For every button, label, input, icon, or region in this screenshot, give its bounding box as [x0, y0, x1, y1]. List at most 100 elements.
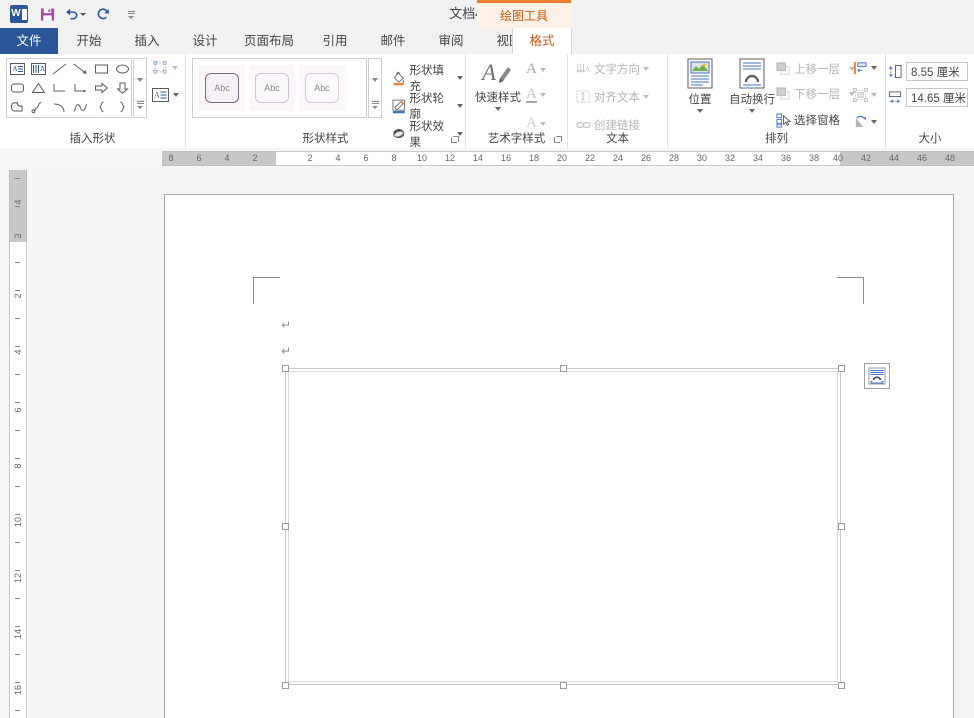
elbow-connector-shape[interactable] — [49, 78, 70, 97]
shape-height-input[interactable]: 8.55 厘米 — [906, 62, 968, 81]
arc-shape[interactable] — [49, 97, 70, 116]
resize-handle-middle-right[interactable] — [838, 523, 845, 530]
text-outline-label: A — [526, 86, 537, 103]
shape-style-preview-2[interactable]: Abc — [249, 65, 295, 111]
selection-pane-label: 选择窗格 — [794, 115, 840, 127]
shape-style-scroll-up[interactable] — [369, 59, 381, 80]
tab-mailings[interactable]: 邮件 — [366, 28, 420, 54]
elbow-arrow-connector-shape[interactable] — [70, 78, 91, 97]
shape-gallery-more[interactable] — [134, 101, 146, 121]
resize-handle-middle-left[interactable] — [282, 523, 289, 530]
vertical-ruler[interactable]: 4 2 2 4 6 8 10 12 14 16 — [0, 170, 32, 718]
shape-gallery-scroll-up[interactable] — [134, 59, 146, 80]
shape-style-more[interactable] — [369, 101, 381, 121]
ruler-number: 46 — [916, 153, 927, 163]
arrow-shape[interactable] — [70, 59, 91, 78]
curve-shape[interactable] — [70, 97, 91, 116]
align-text-button[interactable]: 对齐文本 — [574, 88, 651, 106]
tab-design[interactable]: 设计 — [178, 28, 232, 54]
tab-references[interactable]: 引用 — [308, 28, 362, 54]
tab-format[interactable]: 格式 — [512, 28, 572, 54]
selected-text-box[interactable] — [285, 368, 841, 685]
ruler-number: 12 — [444, 153, 455, 163]
ruler-number: 20 — [556, 153, 567, 163]
wordart-styles-dialog-launcher[interactable] — [553, 136, 562, 145]
shape-width-input[interactable]: 14.65 厘米 — [906, 88, 968, 107]
text-outline-button[interactable]: A — [524, 86, 548, 104]
position-button[interactable]: 位置 — [674, 58, 726, 113]
edit-shape-button[interactable] — [152, 60, 178, 75]
align-objects-button[interactable] — [851, 60, 879, 76]
layout-options-button[interactable] — [864, 363, 890, 389]
shape-style-gallery[interactable]: Abc Abc Abc — [192, 58, 367, 118]
triangle-shape[interactable] — [28, 78, 49, 97]
send-backward-button[interactable]: 下移一层 — [774, 85, 857, 103]
right-brace-shape[interactable] — [112, 97, 133, 116]
tab-insert[interactable]: 插入 — [120, 28, 174, 54]
left-brace-shape[interactable] — [91, 97, 112, 116]
text-direction-button[interactable]: A 文字方向 — [574, 60, 651, 78]
vertical-ruler-number: 4 — [13, 199, 23, 205]
ruler-number: 22 — [584, 153, 595, 163]
vertical-text-box-shape[interactable]: A — [28, 59, 49, 78]
save-icon[interactable] — [34, 2, 60, 26]
quick-access-toolbar: W — [0, 0, 144, 28]
shape-gallery[interactable]: A A — [6, 58, 132, 118]
line-shape[interactable] — [49, 59, 70, 78]
shape-style-scroll-down[interactable] — [369, 78, 381, 101]
undo-icon[interactable] — [62, 2, 88, 26]
shape-styles-dialog-launcher[interactable] — [450, 136, 459, 145]
resize-handle-bottom-right[interactable] — [838, 682, 845, 689]
text-box-shape[interactable]: A — [7, 59, 28, 78]
contextual-tab-banner: 绘图工具 — [477, 0, 571, 28]
resize-handle-top-center[interactable] — [560, 365, 567, 372]
right-arrow-shape[interactable] — [91, 78, 112, 97]
tab-review[interactable]: 审阅 — [424, 28, 478, 54]
ruler-number: 36 — [780, 153, 791, 163]
paragraph-mark-2: ↵ — [281, 344, 292, 358]
tab-page-layout[interactable]: 页面布局 — [234, 28, 304, 54]
vertical-ruler-tick — [15, 402, 20, 403]
oval-shape[interactable] — [112, 59, 133, 78]
rounded-rectangle-shape[interactable] — [7, 78, 28, 97]
freeform-shape[interactable] — [7, 97, 28, 116]
group-objects-button[interactable] — [851, 87, 879, 103]
vertical-ruler-tick — [15, 290, 20, 291]
tab-file[interactable]: 文件 — [0, 28, 58, 54]
group-label-insert-shapes: 插入形状 — [69, 133, 116, 145]
ruler-number: 8 — [168, 153, 174, 163]
shape-style-preview-3[interactable]: Abc — [299, 65, 345, 111]
vertical-ruler-tick — [15, 430, 20, 431]
bring-forward-button[interactable]: 上移一层 — [774, 60, 857, 78]
text-fill-button[interactable]: A — [524, 60, 548, 79]
selection-pane-button[interactable]: 选择窗格 — [774, 111, 842, 129]
svg-text:A: A — [480, 60, 497, 85]
vertical-ruler-number: 6 — [13, 407, 23, 413]
shape-gallery-scroll[interactable] — [133, 58, 147, 118]
document-canvas[interactable]: ↵ ↵ — [32, 170, 974, 718]
resize-handle-bottom-left[interactable] — [282, 682, 289, 689]
wrap-text-button[interactable]: 自动换行 — [726, 58, 778, 113]
ribbon-group-wordart-styles: A 快速样式 A A A 艺术字样式 — [466, 54, 568, 148]
document-page[interactable]: ↵ ↵ — [164, 194, 954, 718]
horizontal-ruler[interactable]: 8 6 4 2 2 4 6 8 10 12 14 16 18 20 22 24 26 28 30 32 34 36 38 40… — [0, 148, 974, 319]
shape-style-scroll[interactable] — [368, 58, 382, 118]
scribble-shape[interactable] — [28, 97, 49, 116]
customize-qat-icon[interactable] — [118, 2, 144, 26]
draw-text-box-button[interactable]: A — [152, 88, 179, 102]
vertical-ruler-tick — [15, 346, 20, 347]
resize-handle-bottom-center[interactable] — [560, 682, 567, 689]
resize-handle-top-right[interactable] — [838, 365, 845, 372]
resize-handle-top-left[interactable] — [282, 365, 289, 372]
text-box-inner-border — [288, 371, 838, 682]
rectangle-shape[interactable] — [91, 59, 112, 78]
wordart-quick-styles-button[interactable]: A 快速样式 — [472, 58, 524, 111]
ruler-number: 26 — [640, 153, 651, 163]
redo-icon[interactable] — [90, 2, 116, 26]
shape-style-preview-1[interactable]: Abc — [199, 65, 245, 111]
ribbon-group-size: 8.55 厘米 14.65 厘米 大小 — [886, 54, 974, 148]
rotate-objects-button[interactable] — [851, 114, 879, 130]
tab-home[interactable]: 开始 — [62, 28, 116, 54]
shape-gallery-scroll-down[interactable] — [134, 78, 146, 101]
down-arrow-shape[interactable] — [112, 78, 133, 97]
